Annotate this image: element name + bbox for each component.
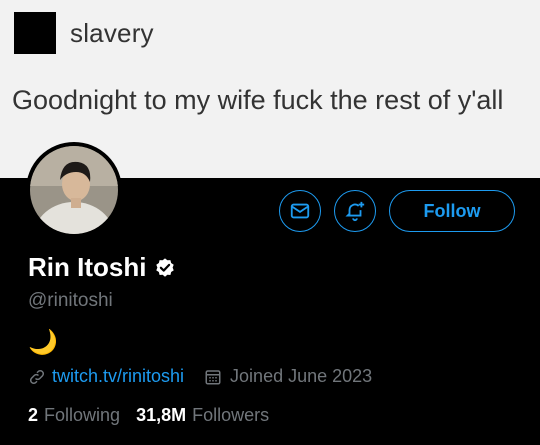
display-name: Rin Itoshi [28, 252, 147, 282]
website-link[interactable]: twitch.tv/rinitoshi [52, 366, 184, 387]
tweet-username[interactable]: slavery [70, 18, 154, 49]
tweet-text: Goodnight to my wife fuck the rest of y'… [12, 85, 504, 115]
mail-icon [290, 203, 310, 219]
tweet-avatar[interactable] [14, 12, 56, 54]
joined-date: Joined June 2023 [230, 366, 373, 386]
verified-badge-icon [156, 257, 175, 277]
bell-plus-icon [345, 201, 365, 222]
link-icon [29, 369, 45, 384]
profile-avatar[interactable] [26, 142, 122, 238]
following-label[interactable]: Following [44, 405, 120, 426]
profile-bio: 🌙 [28, 329, 58, 356]
name-row: Rin Itoshi [28, 252, 176, 283]
following-count[interactable]: 2 [28, 405, 38, 426]
notify-button[interactable] [334, 190, 376, 232]
follow-button[interactable]: Follow [389, 190, 515, 232]
followers-label[interactable]: Followers [192, 405, 269, 426]
followers-count[interactable]: 31,8M [136, 405, 186, 426]
profile-meta: twitch.tv/rinitoshi Joined June 2023 [28, 366, 372, 387]
profile-handle: @rinitoshi [28, 290, 113, 311]
message-button[interactable] [279, 190, 321, 232]
calendar-icon [205, 369, 221, 384]
profile-stats: 2 Following 31,8M Followers [28, 405, 269, 426]
